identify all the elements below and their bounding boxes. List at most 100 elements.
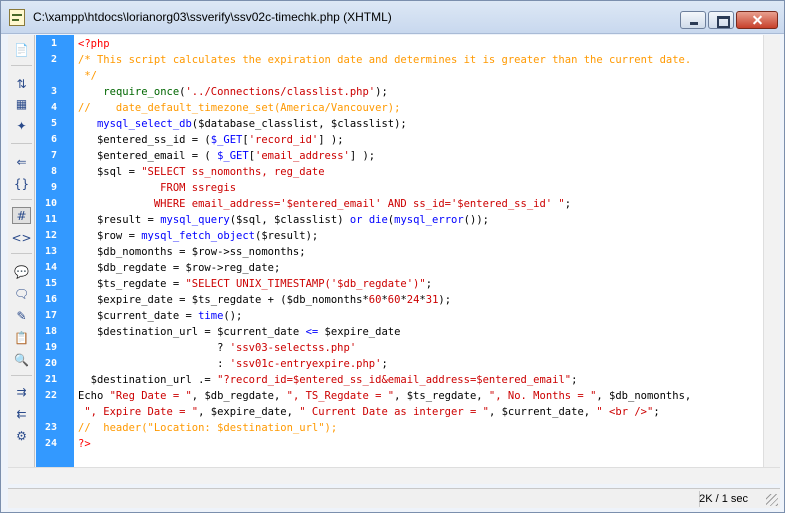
code-token: 60: [368, 294, 382, 306]
balance-braces-icon[interactable]: ✦: [12, 117, 31, 134]
code-token: /* This script calculates the expiration…: [78, 54, 692, 66]
code-line[interactable]: $result = mysql_query($sql, $classlist) …: [78, 212, 489, 228]
maximize-button[interactable]: [708, 11, 734, 29]
wrap-tag-icon[interactable]: ✎: [12, 307, 31, 324]
code-token: or: [349, 214, 363, 226]
editor-window: C:\xampp\htdocs\lorianorg03\ssverify\ssv…: [0, 0, 785, 513]
line-number: 24: [44, 438, 57, 449]
code-token: $destination_url = $current_date: [78, 326, 306, 338]
code-line[interactable]: $current_date = time();: [78, 308, 242, 324]
code-token: , $db_regdate,: [191, 390, 287, 402]
line-number: 9: [50, 182, 57, 193]
close-button[interactable]: [736, 11, 778, 29]
code-line[interactable]: $row = mysql_fetch_object($result);: [78, 228, 318, 244]
minimize-button[interactable]: [680, 11, 706, 29]
line-number: 3: [50, 86, 57, 97]
code-line[interactable]: mysql_select_db($database_classlist, $cl…: [78, 116, 407, 132]
coding-toolbar: 📄 ⇅ ▦ ✦ ⇐ {} # <> 💬 🗨 ✎ 📋 🔍 ⇉ ⇇ ⚙: [8, 35, 35, 467]
collapse-selection-icon[interactable]: {}: [12, 175, 31, 192]
code-token: ($result);: [255, 230, 319, 242]
code-line[interactable]: ", Expire Date = ", $expire_date, " Curr…: [78, 404, 659, 420]
code-token: $current_date =: [78, 310, 199, 322]
line-number: 19: [44, 342, 57, 353]
code-token: , $ts_regdate,: [394, 390, 489, 402]
code-line[interactable]: FROM ssregis: [78, 180, 236, 196]
remove-comment-icon[interactable]: 🗨: [12, 285, 31, 302]
line-number: 21: [44, 374, 57, 385]
code-token: */: [78, 70, 97, 82]
select-parent-tag-icon[interactable]: ▦: [12, 95, 31, 112]
code-line[interactable]: Echo "Reg Date = ", $db_regdate, ", TS_R…: [78, 388, 691, 404]
code-line[interactable]: $entered_email = ( $_GET['email_address'…: [78, 148, 375, 164]
code-token: $expire_date = $ts_regdate + ($db_nomont…: [78, 294, 369, 306]
line-number: 8: [50, 166, 57, 177]
status-bar: 2K / 1 sec: [8, 488, 780, 508]
code-token: ", No. Months = ": [488, 390, 597, 402]
code-token: ?: [78, 342, 230, 354]
code-line[interactable]: WHERE email_address='$entered_email' AND…: [78, 196, 571, 212]
vertical-scrollbar[interactable]: [763, 35, 780, 467]
file-management-icon[interactable]: 📄: [12, 41, 31, 58]
code-token: $sql =: [78, 166, 142, 178]
code-token: mysql_fetch_object: [141, 230, 256, 242]
line-numbers-icon[interactable]: #: [12, 207, 31, 224]
code-line[interactable]: ?>: [78, 436, 91, 452]
line-number: 7: [50, 150, 57, 161]
code-token: ;: [425, 278, 433, 290]
code-line[interactable]: $ts_regdate = "SELECT UNIX_TIMESTAMP('$d…: [78, 276, 432, 292]
window-title: C:\xampp\htdocs\lorianorg03\ssverify\ssv…: [33, 10, 392, 24]
line-number: 23: [44, 422, 57, 433]
code-token: 'record_id': [248, 134, 319, 146]
code-line[interactable]: // date_default_timezone_set(America/Van…: [78, 100, 400, 116]
code-token: '../Connections/classlist.php': [185, 86, 376, 98]
code-line[interactable]: $destination_url .= "?record_id=$entered…: [78, 372, 578, 388]
code-token: // header("Location: $destination_url");: [78, 422, 338, 434]
expand-all-icon[interactable]: ⇅: [12, 75, 31, 92]
format-source-icon[interactable]: ⚙: [12, 427, 31, 444]
code-line[interactable]: $db_regdate = $row->reg_date;: [78, 260, 280, 276]
code-line[interactable]: $expire_date = $ts_regdate + ($db_nomont…: [78, 292, 451, 308]
code-token: :: [78, 358, 230, 370]
line-number: 16: [44, 294, 57, 305]
collapse-full-tag-icon[interactable]: ⇐: [12, 153, 31, 170]
code-token: <?php: [78, 38, 110, 50]
code-editor[interactable]: <?php /* This script calculates the expir…: [74, 35, 763, 467]
code-line[interactable]: <?php: [78, 36, 110, 52]
code-line[interactable]: : 'ssv01c-entryexpire.php';: [78, 356, 388, 372]
code-line[interactable]: $db_nomonths = $row->ss_nomonths;: [78, 244, 306, 260]
resize-grip-icon[interactable]: [766, 494, 778, 506]
code-token: Echo: [78, 390, 110, 402]
apply-comment-icon[interactable]: 💬: [12, 263, 31, 280]
code-line[interactable]: $sql = "SELECT ss_nomonths, reg_date: [78, 164, 325, 180]
code-token: mysql_query: [160, 214, 230, 226]
code-token: <=: [305, 326, 319, 338]
code-token: "SELECT UNIX_TIMESTAMP('$db_regdate')": [185, 278, 426, 290]
title-bar[interactable]: C:\xampp\htdocs\lorianorg03\ssverify\ssv…: [1, 1, 784, 34]
code-token: $ts_regdate =: [78, 278, 186, 290]
outdent-code-icon[interactable]: ⇇: [12, 405, 31, 422]
move-css-icon[interactable]: 🔍: [12, 351, 31, 368]
code-token: "SELECT ss_nomonths, reg_date: [141, 166, 325, 178]
code-token: , $expire_date,: [198, 406, 300, 418]
code-token: $db_nomonths = $row->ss_nomonths;: [78, 246, 306, 258]
highlight-invalid-code-icon[interactable]: <>: [11, 229, 31, 246]
code-line[interactable]: ? 'ssv03-selectss.php': [78, 340, 356, 356]
code-line[interactable]: require_once('../Connections/classlist.p…: [78, 84, 388, 100]
code-line[interactable]: $entered_ss_id = ($_GET['record_id'] );: [78, 132, 344, 148]
line-number: 6: [50, 134, 57, 145]
code-line[interactable]: // header("Location: $destination_url");: [78, 420, 337, 436]
code-line[interactable]: $destination_url = $current_date <= $exp…: [78, 324, 400, 340]
code-line[interactable]: */: [78, 68, 97, 84]
code-token: 31: [425, 294, 439, 306]
code-token: 60: [387, 294, 401, 306]
line-number: 22: [44, 390, 57, 401]
code-line[interactable]: /* This script calculates the expiration…: [78, 52, 691, 68]
indent-code-icon[interactable]: ⇉: [12, 383, 31, 400]
recent-snippets-icon[interactable]: 📋: [12, 329, 31, 346]
horizontal-scrollbar[interactable]: [8, 467, 780, 484]
code-token: ] );: [349, 150, 376, 162]
code-token: ?>: [78, 438, 91, 450]
code-token: // date_default_timezone_set(America/Van…: [78, 102, 401, 114]
